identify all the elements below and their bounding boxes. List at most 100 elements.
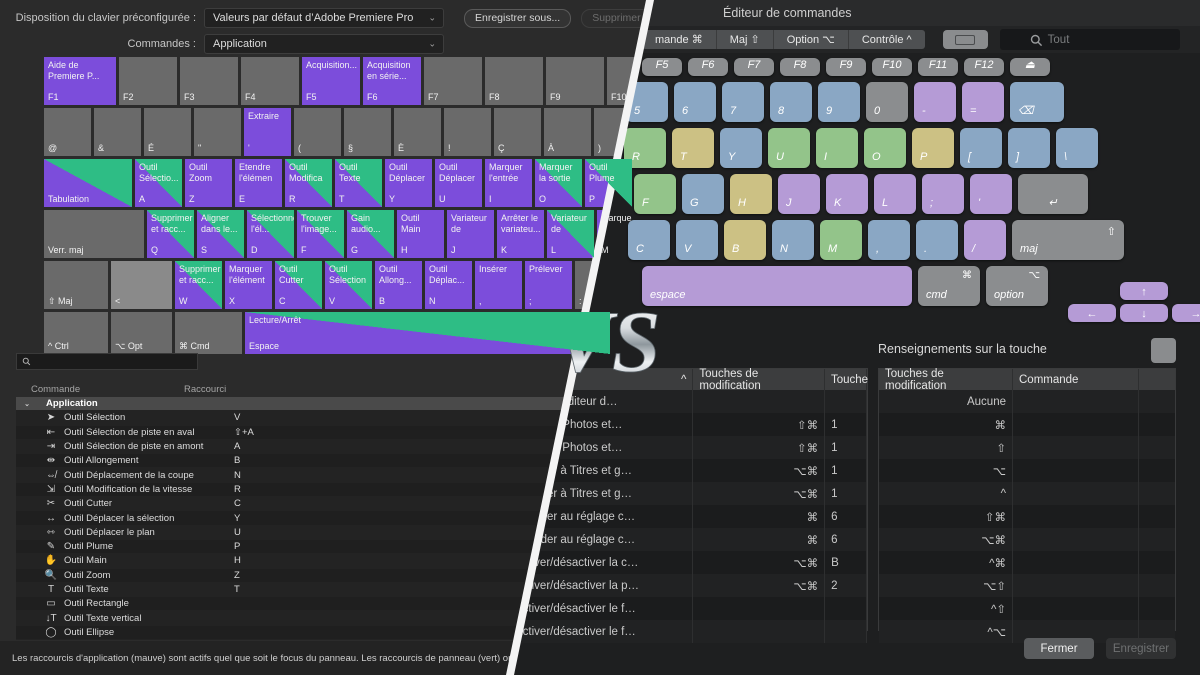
- key-f8[interactable]: F8: [780, 58, 820, 76]
- premiere-virtual-keyboard[interactable]: Aide de Premiere P... F1 F2 F3 F4 Acquisition…: [44, 57, 665, 357]
- list-item[interactable]: ⇿ Outil Déplacer le plan U: [16, 525, 576, 540]
- key--[interactable]: §: [344, 108, 391, 156]
- key-b[interactable]: B: [724, 220, 766, 260]
- key--[interactable]: É: [144, 108, 191, 156]
- key-0[interactable]: 0: [866, 82, 908, 122]
- arrow-key-cluster[interactable]: ↑ ← ↓ →: [1068, 282, 1200, 326]
- key-f2[interactable]: F2: [119, 57, 177, 105]
- key--[interactable]: -: [914, 82, 956, 122]
- delete-preset-button[interactable]: Supprimer: [581, 8, 652, 28]
- save-as-button[interactable]: Enregistrer sous...: [464, 8, 572, 28]
- modifier-tab-3[interactable]: Contrôle ^: [849, 30, 925, 49]
- key--[interactable]: Prélever;: [525, 261, 572, 309]
- list-item[interactable]: ✎ Outil Plume P: [16, 539, 576, 555]
- key--[interactable]: ]: [1008, 128, 1050, 168]
- key-j[interactable]: Variateur de J: [447, 210, 494, 258]
- key-r[interactable]: Outil Modifica R: [285, 159, 332, 207]
- key-q[interactable]: Supprimer et racc... Q: [147, 210, 194, 258]
- key-9[interactable]: 9: [818, 82, 860, 122]
- key-f6[interactable]: Acquisition en série... F6: [363, 57, 421, 105]
- right-search-input[interactable]: Tout: [999, 29, 1180, 50]
- table-row[interactable]: ⌘: [879, 413, 1175, 436]
- key-u[interactable]: Outil Déplacer U: [435, 159, 482, 207]
- table-row[interactable]: Accéder au réglage c… ⌘ 6: [509, 505, 867, 528]
- key-o[interactable]: Marquer la sortie O: [535, 159, 582, 207]
- key-u[interactable]: U: [768, 128, 810, 168]
- key-s[interactable]: Aligner dans le... S: [197, 210, 244, 258]
- arrow-up-key[interactable]: ↑: [1120, 282, 1168, 300]
- table-row[interactable]: Accéder à Titres et g… ⌥⌘ 1: [509, 459, 867, 482]
- arrow-down-key[interactable]: ↓: [1120, 304, 1168, 322]
- commands-list[interactable]: Commande Raccourci ⌄ Application ➤ Outil Sé…: [16, 382, 576, 641]
- key-espace[interactable]: espace: [642, 266, 912, 306]
- table-row[interactable]: Activer/désactiver la c… ⌥⌘ B: [509, 551, 867, 574]
- table-row[interactable]: Accéder à Titres et g… ⌥⌘ 1: [509, 482, 867, 505]
- key-w[interactable]: Supprimer et racc... W: [175, 261, 222, 309]
- key-7[interactable]: 7: [722, 82, 764, 122]
- list-item[interactable]: ➤ Outil Sélection V: [16, 411, 576, 426]
- key--[interactable]: ⌫: [1010, 82, 1064, 122]
- key-8[interactable]: 8: [770, 82, 812, 122]
- key--[interactable]: ,: [868, 220, 910, 260]
- key-l[interactable]: Variateur de L: [547, 210, 594, 258]
- key-t[interactable]: T: [672, 128, 714, 168]
- modifier-tab-2[interactable]: Option ⌥: [774, 30, 849, 49]
- list-item[interactable]: ◯ Outil Ellipse: [16, 625, 576, 641]
- key-b[interactable]: Outil Allong... B: [375, 261, 422, 309]
- table-row[interactable]: Accéder au réglage c… ⌘ 6: [509, 528, 867, 551]
- list-group-row[interactable]: ⌄ Application: [16, 397, 576, 412]
- key-tabulation[interactable]: Tabulation: [44, 159, 132, 207]
- search-input[interactable]: [16, 353, 198, 370]
- key--[interactable]: (: [294, 108, 341, 156]
- commands-select[interactable]: Application ⌄: [204, 34, 444, 54]
- list-item[interactable]: T Outil Texte T: [16, 582, 576, 598]
- key--cmd[interactable]: ⌘ Cmd: [175, 312, 242, 354]
- key--[interactable]: Extraire ': [244, 108, 291, 156]
- key-f7[interactable]: F7: [734, 58, 774, 76]
- key--[interactable]: <: [111, 261, 172, 309]
- key-f10[interactable]: F10: [872, 58, 912, 76]
- key-e[interactable]: Etendre l'élémen E: [235, 159, 282, 207]
- table-row[interactable]: ccéder à Photos et… ⇧⌘ 1: [509, 413, 867, 436]
- key-f3[interactable]: F3: [180, 57, 238, 105]
- key-g[interactable]: G: [682, 174, 724, 214]
- key-p[interactable]: P: [912, 128, 954, 168]
- key-espace[interactable]: Lecture/Arrêt Espace: [245, 312, 610, 354]
- key-f[interactable]: Trouver l'image... F: [297, 210, 344, 258]
- key-t[interactable]: Outil Texte T: [335, 159, 382, 207]
- key-g[interactable]: Gain audio... G: [347, 210, 394, 258]
- modifier-tab-0[interactable]: mande ⌘: [642, 30, 717, 49]
- list-item[interactable]: ↓T Outil Texte vertical: [16, 611, 576, 626]
- key-f7[interactable]: F7: [424, 57, 482, 105]
- table-row[interactable]: ⌥⌘: [879, 528, 1175, 551]
- key--[interactable]: .: [916, 220, 958, 260]
- list-item[interactable]: ⇤ Outil Sélection de piste en aval ⇧+A: [16, 425, 576, 440]
- table-row[interactable]: ⇧⌘: [879, 505, 1175, 528]
- modifier-tab-1[interactable]: Maj ⇧: [717, 30, 774, 49]
- key-y[interactable]: Outil Déplacer Y: [385, 159, 432, 207]
- key-d[interactable]: Sélectionner l'él... D: [247, 210, 294, 258]
- key-5[interactable]: 5: [626, 82, 668, 122]
- key-v[interactable]: Outil Sélection V: [325, 261, 372, 309]
- key--ctrl[interactable]: ^ Ctrl: [44, 312, 108, 354]
- table-row[interactable]: ^⌘: [879, 551, 1175, 574]
- key-i[interactable]: Marquer l'entrée I: [485, 159, 532, 207]
- key-z[interactable]: Outil Zoom Z: [185, 159, 232, 207]
- table-row[interactable]: Activer/désactiver la p… ⌥⌘ 2: [509, 574, 867, 597]
- key-f5[interactable]: Acquisition... F5: [302, 57, 360, 105]
- key--[interactable]: &: [94, 108, 141, 156]
- list-item[interactable]: ⇲ Outil Modification de la vitesse R: [16, 482, 576, 498]
- list-item[interactable]: ✋ Outil Main H: [16, 554, 576, 569]
- preset-select[interactable]: Valeurs par défaut d’Adobe Premiere Pro …: [204, 8, 444, 28]
- keyboard-view-toggle[interactable]: [942, 30, 988, 49]
- key-h[interactable]: Outil Main H: [397, 210, 444, 258]
- key--[interactable]: ↵: [1018, 174, 1088, 214]
- key-c[interactable]: C: [628, 220, 670, 260]
- key-n[interactable]: N: [772, 220, 814, 260]
- key-m[interactable]: M: [820, 220, 862, 260]
- key-j[interactable]: J: [778, 174, 820, 214]
- key-f8[interactable]: F8: [485, 57, 543, 105]
- key--maj[interactable]: ⇧ Maj: [44, 261, 108, 309]
- key-f9[interactable]: F9: [546, 57, 604, 105]
- key--[interactable]: ;: [922, 174, 964, 214]
